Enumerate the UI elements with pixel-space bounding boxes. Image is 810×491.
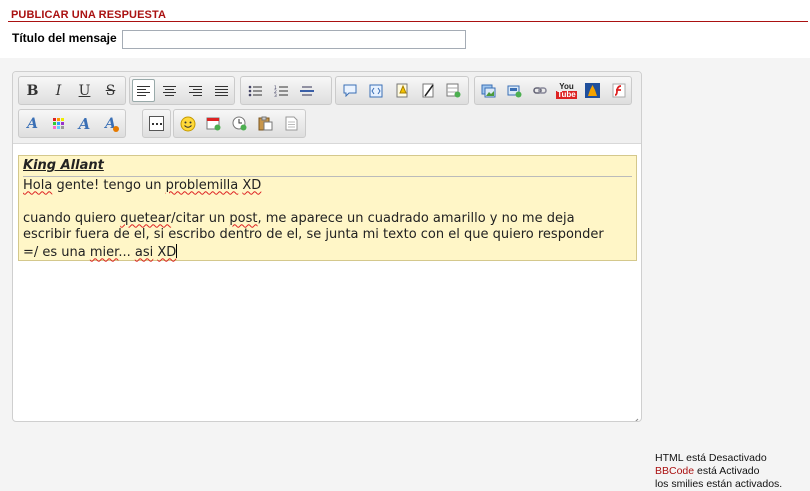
- font-icon[interactable]: A: [21, 112, 44, 135]
- bbcode-status: BBCode está Activado: [655, 465, 760, 477]
- numbered-list-icon[interactable]: 123: [269, 79, 292, 102]
- spoiler-icon[interactable]: [390, 79, 413, 102]
- align-right-icon[interactable]: [184, 79, 207, 102]
- toolbar-group-font: A A A: [18, 109, 126, 138]
- message-line-3: escribir fuera de el, si escribo dentro …: [23, 227, 604, 242]
- bullet-list-icon[interactable]: [243, 79, 266, 102]
- toolbar-group-blocks: [335, 76, 469, 105]
- time-icon[interactable]: [228, 112, 251, 135]
- flash-icon[interactable]: [607, 79, 630, 102]
- message-line-4: =/ es una mier... asi XD: [23, 243, 178, 260]
- toolbar-group-media: You Tube: [474, 76, 632, 105]
- toolbar-group-more: [142, 109, 171, 138]
- editor: B I U S 123 You Tube A A A King Allant H…: [12, 71, 642, 422]
- link-icon[interactable]: [529, 79, 552, 102]
- message-line-2: cuando quiero quetear/citar un post, me …: [23, 210, 575, 226]
- date-icon[interactable]: [202, 112, 225, 135]
- subject-label: Título del mensaje: [12, 31, 117, 45]
- toolbar-group-text-style: B I U S: [18, 76, 126, 105]
- align-left-icon[interactable]: [132, 79, 155, 102]
- youtube-label-bottom: Tube: [556, 89, 577, 99]
- strikethrough-icon[interactable]: S: [99, 79, 122, 102]
- section-title: PUBLICAR UNA RESPUESTA: [11, 9, 166, 21]
- status-panel: HTML está Desactivado BBCode está Activa…: [655, 452, 782, 491]
- message-line-1: Hola gente! tengo un problemilla XD: [23, 177, 262, 193]
- resize-handle-icon[interactable]: [631, 411, 639, 421]
- more-icon[interactable]: [145, 112, 168, 135]
- subject-input[interactable]: [122, 30, 466, 49]
- horizontal-rule-icon[interactable]: [295, 79, 318, 102]
- html-status: HTML está Desactivado: [655, 452, 767, 464]
- toolbar-group-lists: 123: [240, 76, 332, 105]
- smiley-icon[interactable]: [176, 112, 199, 135]
- toolbar-group-insert: [173, 109, 306, 138]
- dailymotion-icon[interactable]: [581, 79, 604, 102]
- color-icon[interactable]: [47, 112, 70, 135]
- quote-author: King Allant: [23, 158, 632, 177]
- paste-icon[interactable]: [254, 112, 277, 135]
- youtube-icon[interactable]: You Tube: [555, 79, 578, 102]
- toolbar: B I U S 123 You Tube A A A: [13, 72, 641, 144]
- align-justify-icon[interactable]: [210, 79, 233, 102]
- table-icon[interactable]: [442, 79, 465, 102]
- hide-icon[interactable]: [416, 79, 439, 102]
- source-icon[interactable]: [280, 112, 303, 135]
- section-title-rule: [8, 21, 808, 22]
- underline-icon[interactable]: U: [73, 79, 96, 102]
- quote-icon[interactable]: [338, 79, 361, 102]
- bold-icon[interactable]: B: [21, 79, 44, 102]
- text-caret: [176, 243, 178, 258]
- code-icon[interactable]: [364, 79, 387, 102]
- image-upload-icon[interactable]: [503, 79, 526, 102]
- smilies-status: los smilies están activados.: [655, 478, 783, 490]
- svg-text:3: 3: [274, 93, 277, 97]
- align-center-icon[interactable]: [158, 79, 181, 102]
- image-icon[interactable]: [477, 79, 500, 102]
- message-body[interactable]: King Allant Hola gente! tengo un problem…: [18, 155, 637, 261]
- font-size-icon[interactable]: A: [73, 112, 96, 135]
- toolbar-group-align: [129, 76, 235, 105]
- bbcode-link[interactable]: BBCode: [655, 465, 694, 477]
- remove-format-icon[interactable]: A: [99, 112, 122, 135]
- italic-icon[interactable]: I: [47, 79, 70, 102]
